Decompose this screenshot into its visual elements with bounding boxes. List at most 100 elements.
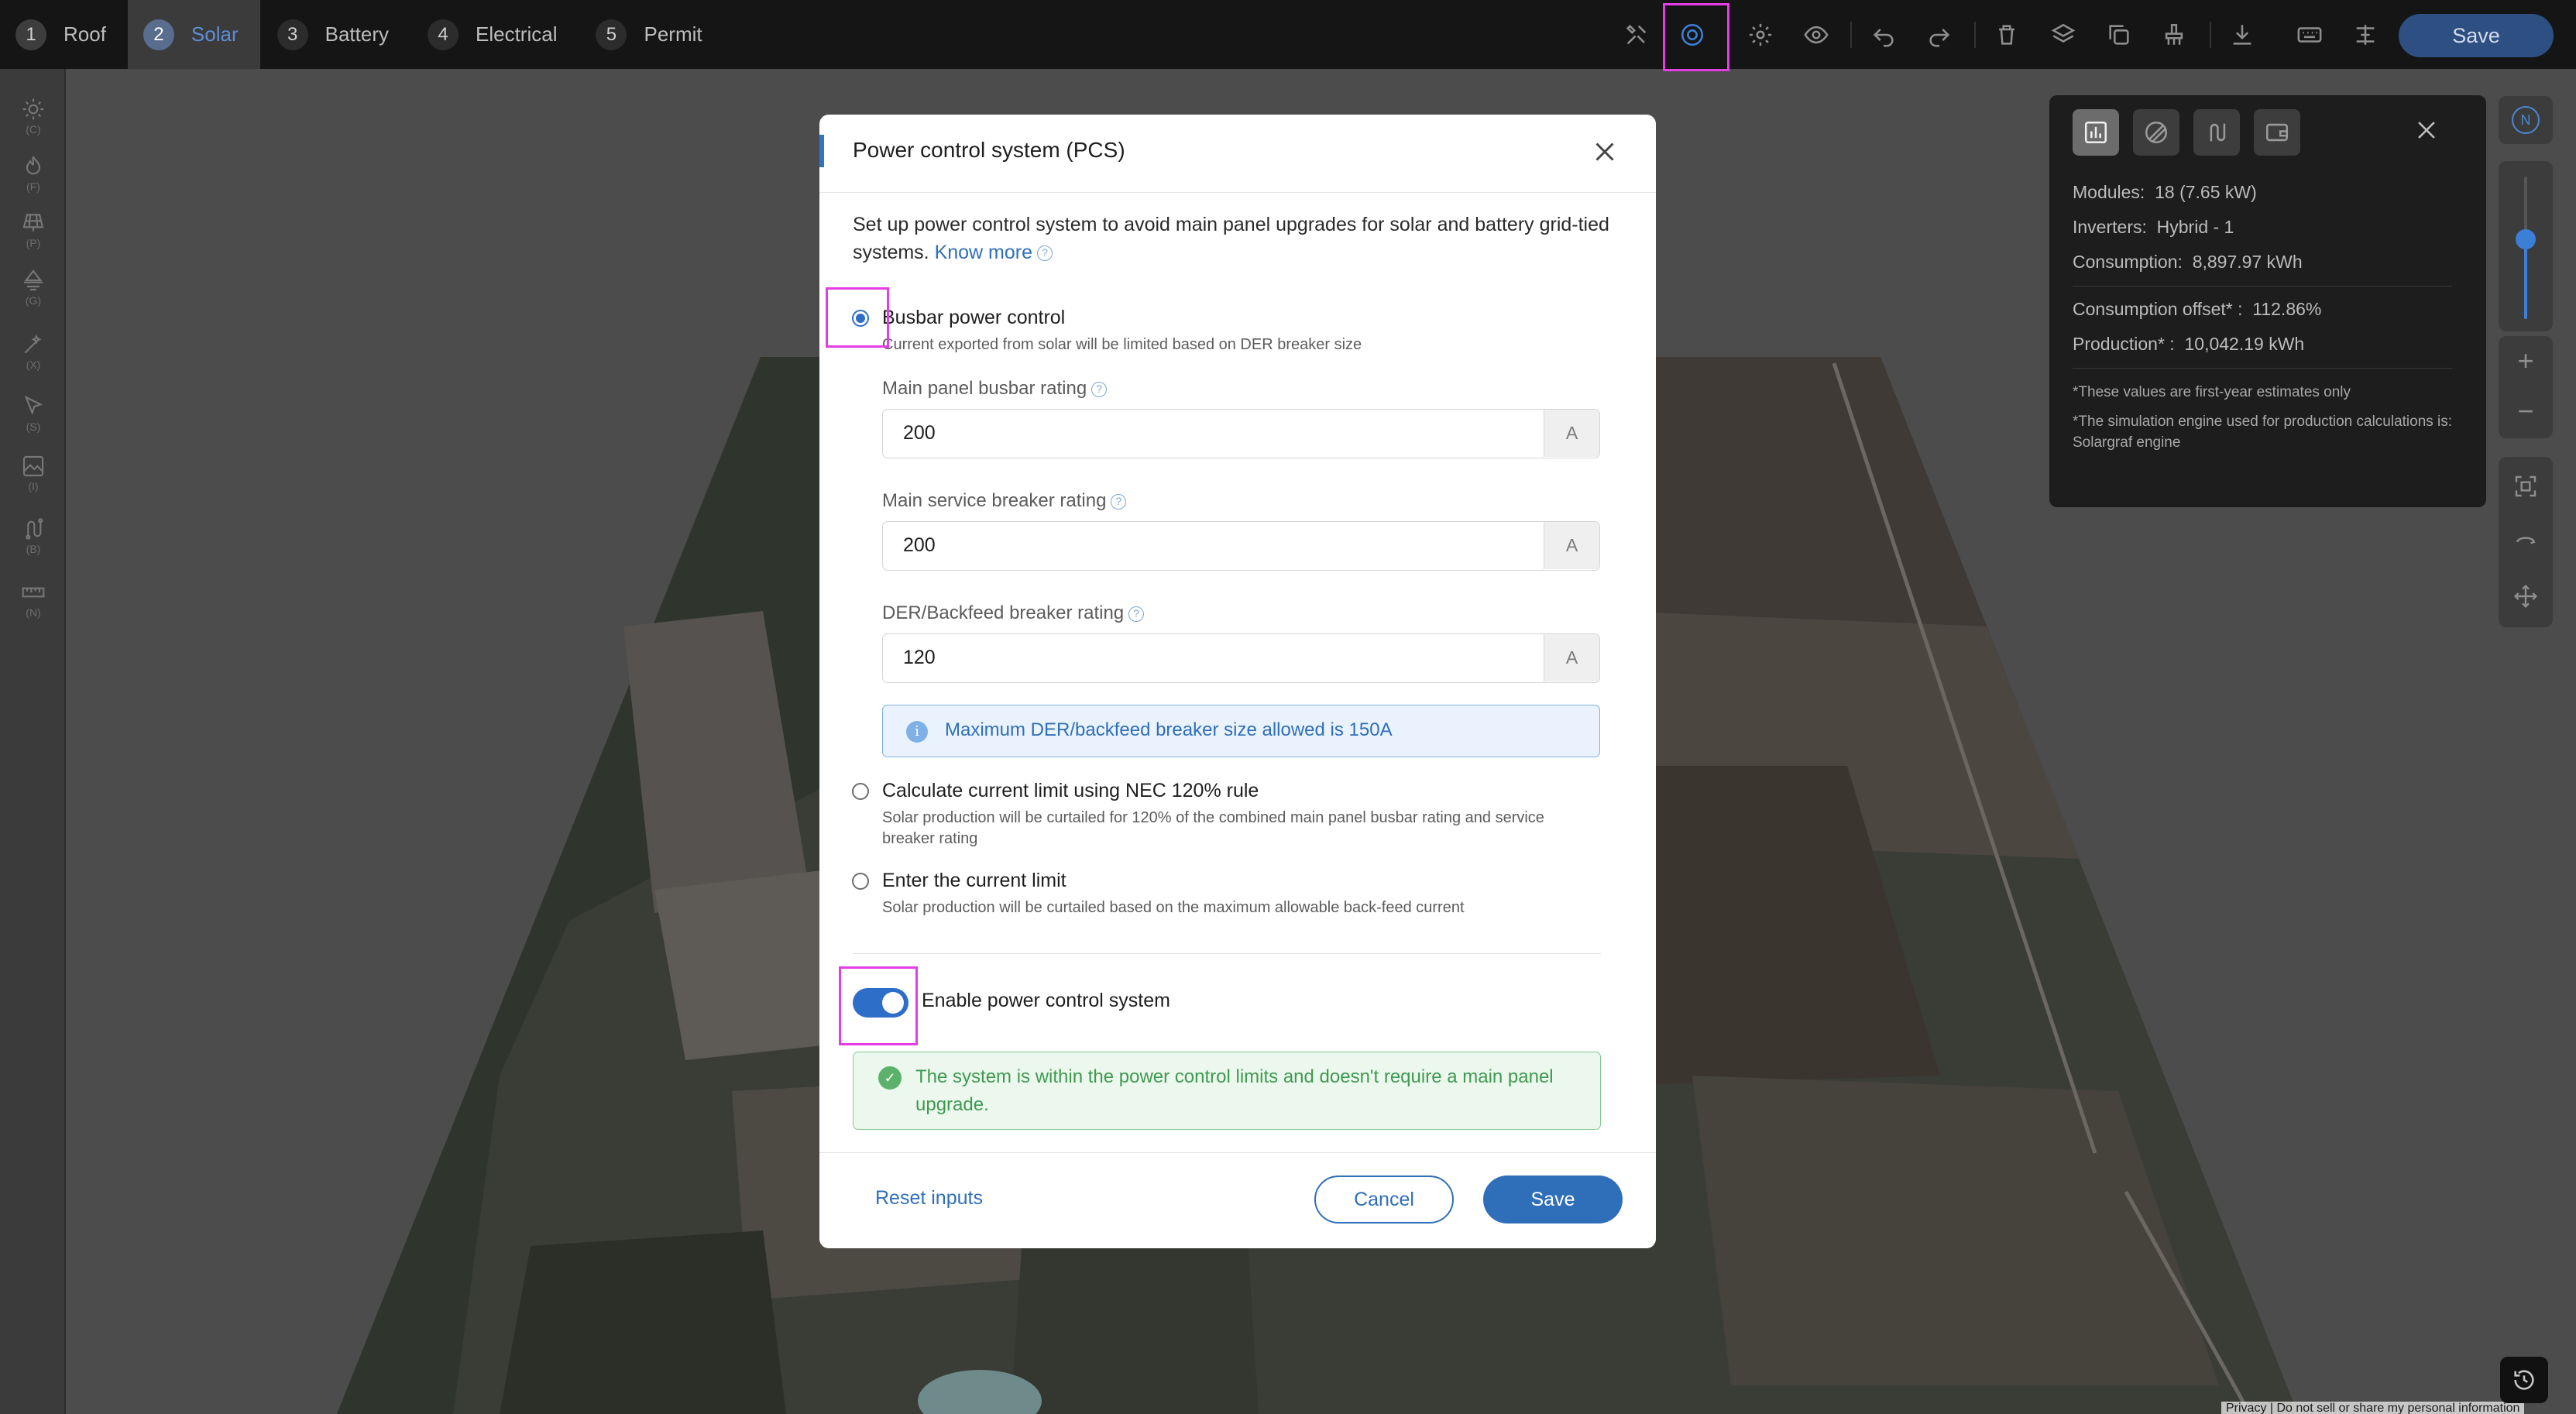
- stats-tab-chart[interactable]: [2073, 109, 2119, 156]
- stats-note: *The simulation engine used for producti…: [2073, 414, 2453, 451]
- gear-icon[interactable]: [1744, 19, 1777, 51]
- der-breaker-input[interactable]: 120 A: [882, 633, 1600, 683]
- input-value: 120: [903, 647, 936, 668]
- zoom-in-icon[interactable]: +: [2512, 347, 2540, 375]
- step-roof[interactable]: 1 Roof: [0, 0, 128, 69]
- step-electrical[interactable]: 4 Electrical: [410, 0, 579, 69]
- help-icon[interactable]: ?: [1091, 381, 1108, 397]
- fit-screen-icon[interactable]: [2513, 474, 2538, 499]
- unit-suffix: A: [1544, 410, 1599, 457]
- tools-icon[interactable]: [1620, 19, 1653, 51]
- stat-label: Inverters:: [2073, 217, 2147, 237]
- stat-label: Consumption:: [2073, 252, 2183, 272]
- service-breaker-input[interactable]: 200 A: [882, 521, 1600, 571]
- history-icon: [2514, 1370, 2534, 1390]
- select-tool[interactable]: (S): [9, 394, 57, 433]
- unit-suffix: A: [1544, 634, 1599, 681]
- ground-tool[interactable]: (G): [9, 268, 57, 307]
- wallet-icon: [2265, 123, 2289, 142]
- wand-icon: [24, 334, 42, 354]
- redo-icon[interactable]: [1923, 19, 1956, 51]
- history-button[interactable]: [2500, 1357, 2548, 1403]
- unit-suffix: A: [1544, 522, 1599, 569]
- stats-tab-wiring[interactable]: [2193, 109, 2240, 156]
- success-banner: ✓ The system is within the power control…: [853, 1052, 1601, 1130]
- stat-label: Consumption offset* :: [2073, 299, 2243, 319]
- rotate-icon[interactable]: [2513, 530, 2538, 554]
- step-label: Battery: [325, 22, 389, 46]
- step-label: Solar: [191, 22, 239, 46]
- ruler-tool[interactable]: (N): [9, 580, 57, 619]
- step-label: Roof: [64, 22, 106, 46]
- route-tool[interactable]: (B): [9, 517, 57, 555]
- stats-tab-wallet[interactable]: [2254, 109, 2300, 156]
- stats-tab-shade[interactable]: [2133, 109, 2179, 156]
- brush-icon[interactable]: [2158, 19, 2190, 51]
- stat-inverters: Inverters: Hybrid - 1: [2073, 217, 2234, 238]
- image-tool[interactable]: (I): [9, 454, 57, 492]
- close-icon[interactable]: [1591, 138, 1619, 166]
- stat-value: 8,897.97 kWh: [2192, 252, 2303, 272]
- layers-icon[interactable]: [2047, 19, 2080, 51]
- zoom-slider[interactable]: [2499, 161, 2553, 331]
- reset-inputs-link[interactable]: Reset inputs: [875, 1187, 983, 1210]
- view-controls: [2499, 457, 2553, 627]
- highlight-box: [826, 287, 889, 348]
- left-toolbar: (C) (F) (P) (G) (X) (S) (I) (B) (N): [0, 69, 66, 1414]
- dialog-save-button[interactable]: Save: [1483, 1175, 1623, 1224]
- radio-enter-current-limit[interactable]: [852, 873, 869, 890]
- help-icon[interactable]: ?: [1128, 606, 1145, 622]
- bar-chart-icon: [2084, 121, 2107, 144]
- slider-handle[interactable]: [2516, 229, 2536, 249]
- stat-production: Production* : 10,042.19 kWh: [2073, 334, 2304, 355]
- help-icon[interactable]: ?: [1111, 493, 1127, 510]
- align-icon[interactable]: [2349, 19, 2382, 51]
- cancel-button[interactable]: Cancel: [1314, 1175, 1454, 1224]
- field-label: Main service breaker rating?: [882, 490, 1127, 512]
- toolbar-divider: [1850, 22, 1852, 48]
- input-value: 200: [903, 422, 936, 444]
- zoom-out-icon[interactable]: −: [2512, 397, 2540, 427]
- highlight-box: [1663, 3, 1729, 71]
- option-label: Busbar power control: [882, 307, 1066, 328]
- tool-shortcut: (I): [28, 480, 39, 492]
- tool-shortcut: (X): [26, 359, 41, 371]
- toolbar-divider: [1974, 22, 1976, 48]
- dialog-intro: Set up power control system to avoid mai…: [853, 211, 1635, 266]
- fire-icon: [26, 155, 41, 175]
- check-icon: ✓: [878, 1066, 902, 1090]
- close-icon[interactable]: [2413, 117, 2440, 143]
- trash-icon[interactable]: [1990, 19, 2023, 51]
- know-more-link[interactable]: Know more: [935, 242, 1032, 263]
- wand-tool[interactable]: (X): [9, 332, 57, 371]
- compass-icon: N: [2512, 106, 2540, 134]
- copy-icon[interactable]: [2103, 19, 2135, 51]
- stat-value: 18 (7.65 kW): [2155, 182, 2257, 202]
- panel-icon: [22, 214, 44, 232]
- radio-nec-120-rule[interactable]: [852, 783, 869, 800]
- help-icon[interactable]: ?: [1037, 245, 1053, 262]
- move-icon[interactable]: [2513, 584, 2538, 609]
- wiring-icon: [2210, 123, 2226, 142]
- privacy-footer[interactable]: Privacy | Do not sell or share my person…: [2221, 1402, 2525, 1414]
- stat-value: 112.86%: [2252, 299, 2322, 319]
- save-button[interactable]: Save: [2399, 14, 2554, 57]
- eye-icon[interactable]: [1800, 19, 1832, 51]
- top-bar: 1 Roof 2 Solar 3 Battery 4 Electrical 5 …: [0, 0, 2576, 69]
- step-permit[interactable]: 5 Permit: [579, 0, 723, 69]
- panel-tool[interactable]: (P): [9, 211, 57, 249]
- step-label: Electrical: [476, 22, 558, 46]
- step-battery[interactable]: 3 Battery: [260, 0, 410, 69]
- highlight-box: [839, 966, 918, 1045]
- step-solar[interactable]: 2 Solar: [127, 0, 260, 69]
- busbar-rating-input[interactable]: 200 A: [882, 409, 1600, 458]
- zoom-buttons: + −: [2499, 336, 2553, 438]
- keyboard-icon[interactable]: [2293, 19, 2326, 51]
- stat-value: 10,042.19 kWh: [2184, 334, 2305, 354]
- sun-tool[interactable]: (C): [9, 97, 57, 136]
- undo-icon[interactable]: [1867, 19, 1900, 51]
- compass-box[interactable]: N: [2499, 96, 2553, 144]
- info-text: Maximum DER/backfeed breaker size allowe…: [945, 719, 1393, 740]
- download-icon[interactable]: [2226, 19, 2258, 51]
- fire-tool[interactable]: (F): [9, 154, 57, 193]
